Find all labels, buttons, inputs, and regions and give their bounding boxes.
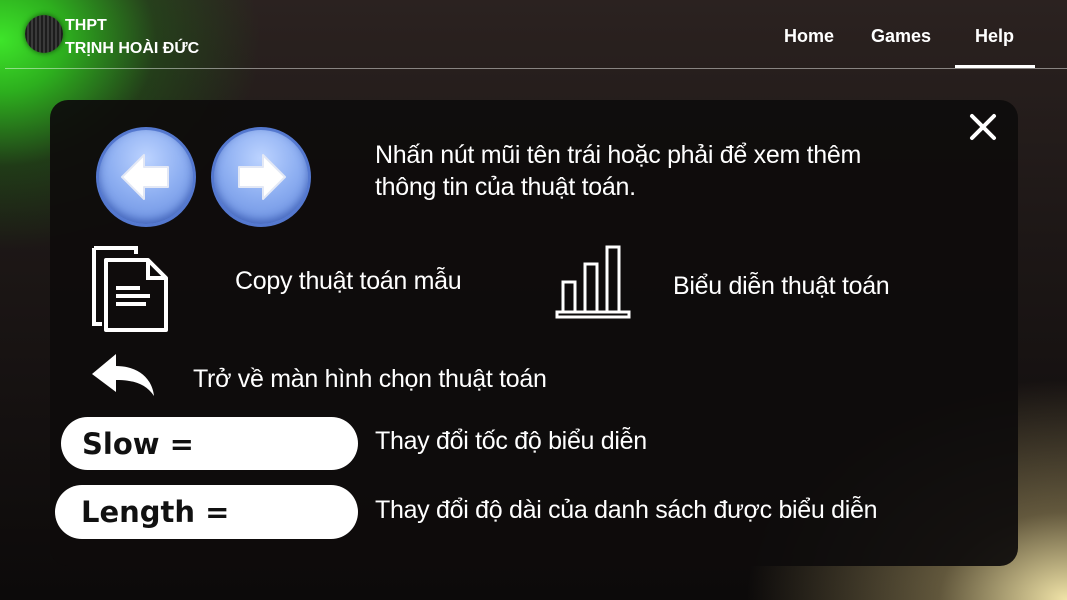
length-label: Length = bbox=[81, 495, 230, 529]
length-control[interactable]: Length = bbox=[55, 485, 358, 539]
back-description: Trở về màn hình chọn thuật toán bbox=[193, 365, 547, 393]
arrows-description: Nhấn nút mũi tên trái hoặc phải để xem t… bbox=[375, 139, 861, 203]
slow-description: Thay đổi tốc độ biểu diễn bbox=[375, 427, 647, 455]
slow-label: Slow = bbox=[82, 426, 194, 461]
arrow-left-icon bbox=[121, 154, 169, 200]
arrow-right-icon bbox=[238, 154, 286, 200]
arrows-description-line2: thông tin của thuật toán. bbox=[375, 173, 636, 201]
visualize-description: Biểu diễn thuật toán bbox=[673, 272, 890, 300]
school-name: THPT TRỊNH HOÀI ĐỨC bbox=[65, 14, 199, 60]
bar-chart-icon[interactable] bbox=[555, 244, 631, 320]
copy-description: Copy thuật toán mẫu bbox=[235, 267, 462, 295]
school-name-line2: TRỊNH HOÀI ĐỨC bbox=[65, 40, 200, 57]
nav-home[interactable]: Home bbox=[784, 26, 834, 47]
prev-arrow-button[interactable] bbox=[96, 127, 196, 227]
next-arrow-button[interactable] bbox=[211, 127, 311, 227]
length-description: Thay đổi độ dài của danh sách được biểu … bbox=[375, 496, 878, 524]
logo-icon bbox=[25, 15, 63, 53]
slow-control[interactable]: Slow = bbox=[61, 417, 358, 470]
copy-document-icon[interactable] bbox=[90, 244, 170, 332]
nav-games[interactable]: Games bbox=[871, 26, 931, 47]
close-icon[interactable] bbox=[968, 112, 998, 142]
arrows-description-line1: Nhấn nút mũi tên trái hoặc phải để xem t… bbox=[375, 141, 861, 169]
school-name-line1: THPT bbox=[65, 17, 107, 34]
header-divider bbox=[5, 68, 1067, 69]
nav-help[interactable]: Help bbox=[975, 26, 1014, 47]
back-arrow-icon[interactable] bbox=[90, 352, 158, 400]
